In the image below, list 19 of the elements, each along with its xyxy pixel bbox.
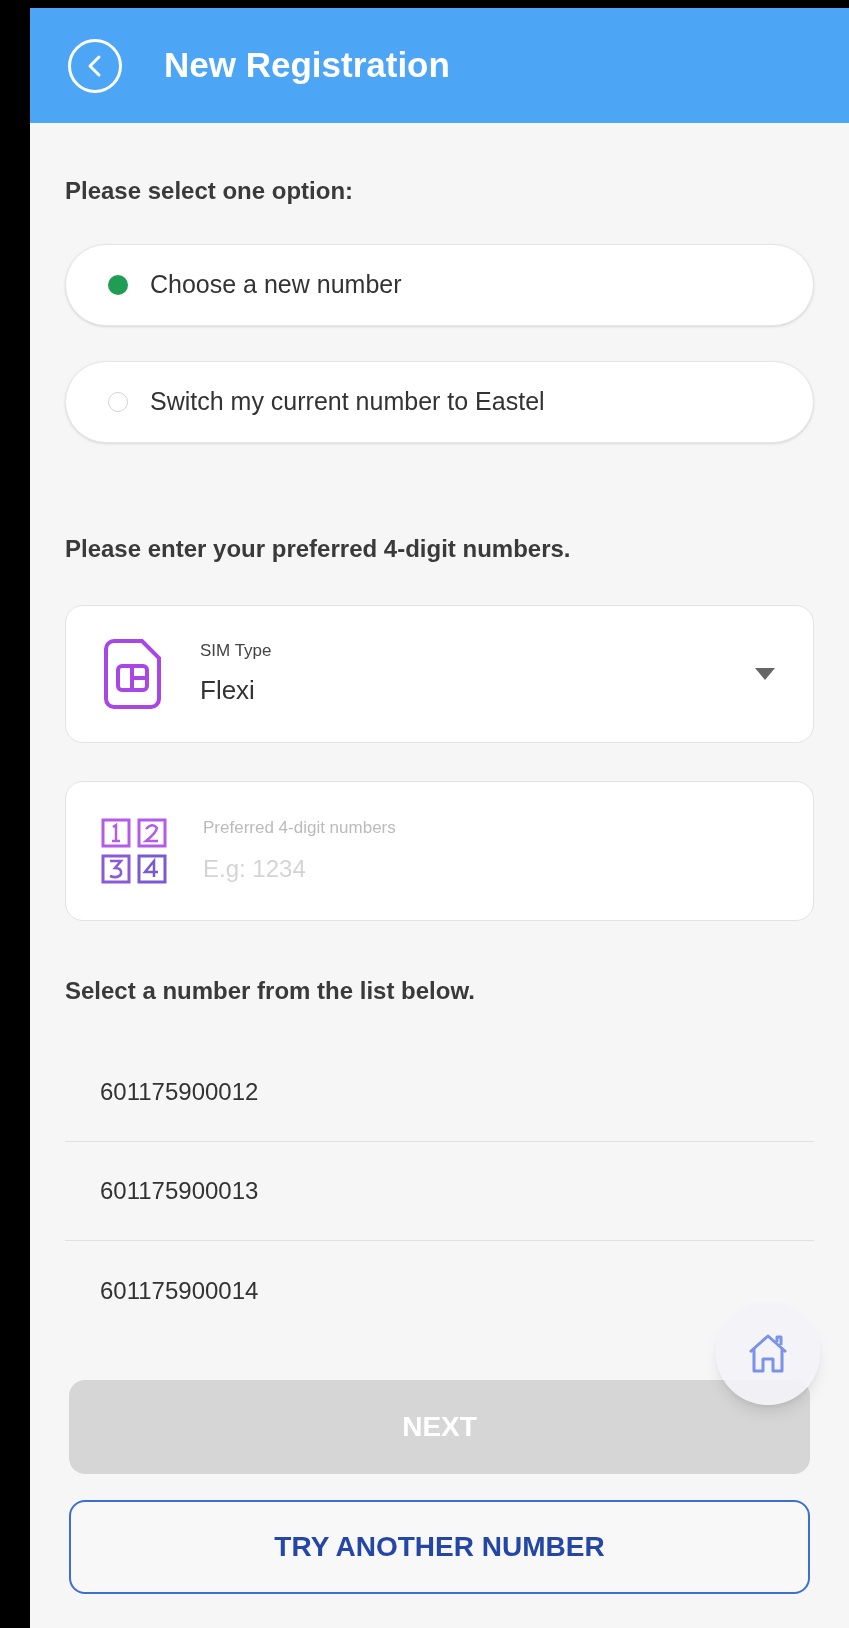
home-icon (746, 1332, 790, 1374)
list-prompt: Select a number from the list below. (65, 976, 476, 1006)
preferred-prompt: Please enter your preferred 4-digit numbers. (65, 534, 572, 564)
number-list-item[interactable]: 601175900014 (65, 1241, 814, 1340)
sim-type-select[interactable]: SIM Type Flexi (65, 605, 814, 743)
option-prompt: Please select one option: (65, 176, 355, 206)
field-label: SIM Type (200, 639, 273, 662)
number-list-item[interactable]: 601175900012 (65, 1043, 814, 1142)
dropdown-caret-icon (755, 668, 775, 680)
sim-card-icon (104, 638, 162, 710)
field-value: Flexi (200, 674, 256, 708)
number-list-item[interactable]: 601175900013 (65, 1142, 814, 1241)
field-label: Preferred 4-digit numbers (203, 817, 397, 840)
radio-option[interactable]: Choose a new number (65, 244, 814, 326)
radio-option[interactable]: Switch my current number to Eastel (65, 361, 814, 443)
back-button[interactable] (68, 38, 122, 93)
number-grid-icon (101, 818, 167, 884)
try-another-button[interactable]: TRY ANOTHER NUMBER (69, 1500, 810, 1594)
window-title: New Registration (164, 44, 450, 87)
